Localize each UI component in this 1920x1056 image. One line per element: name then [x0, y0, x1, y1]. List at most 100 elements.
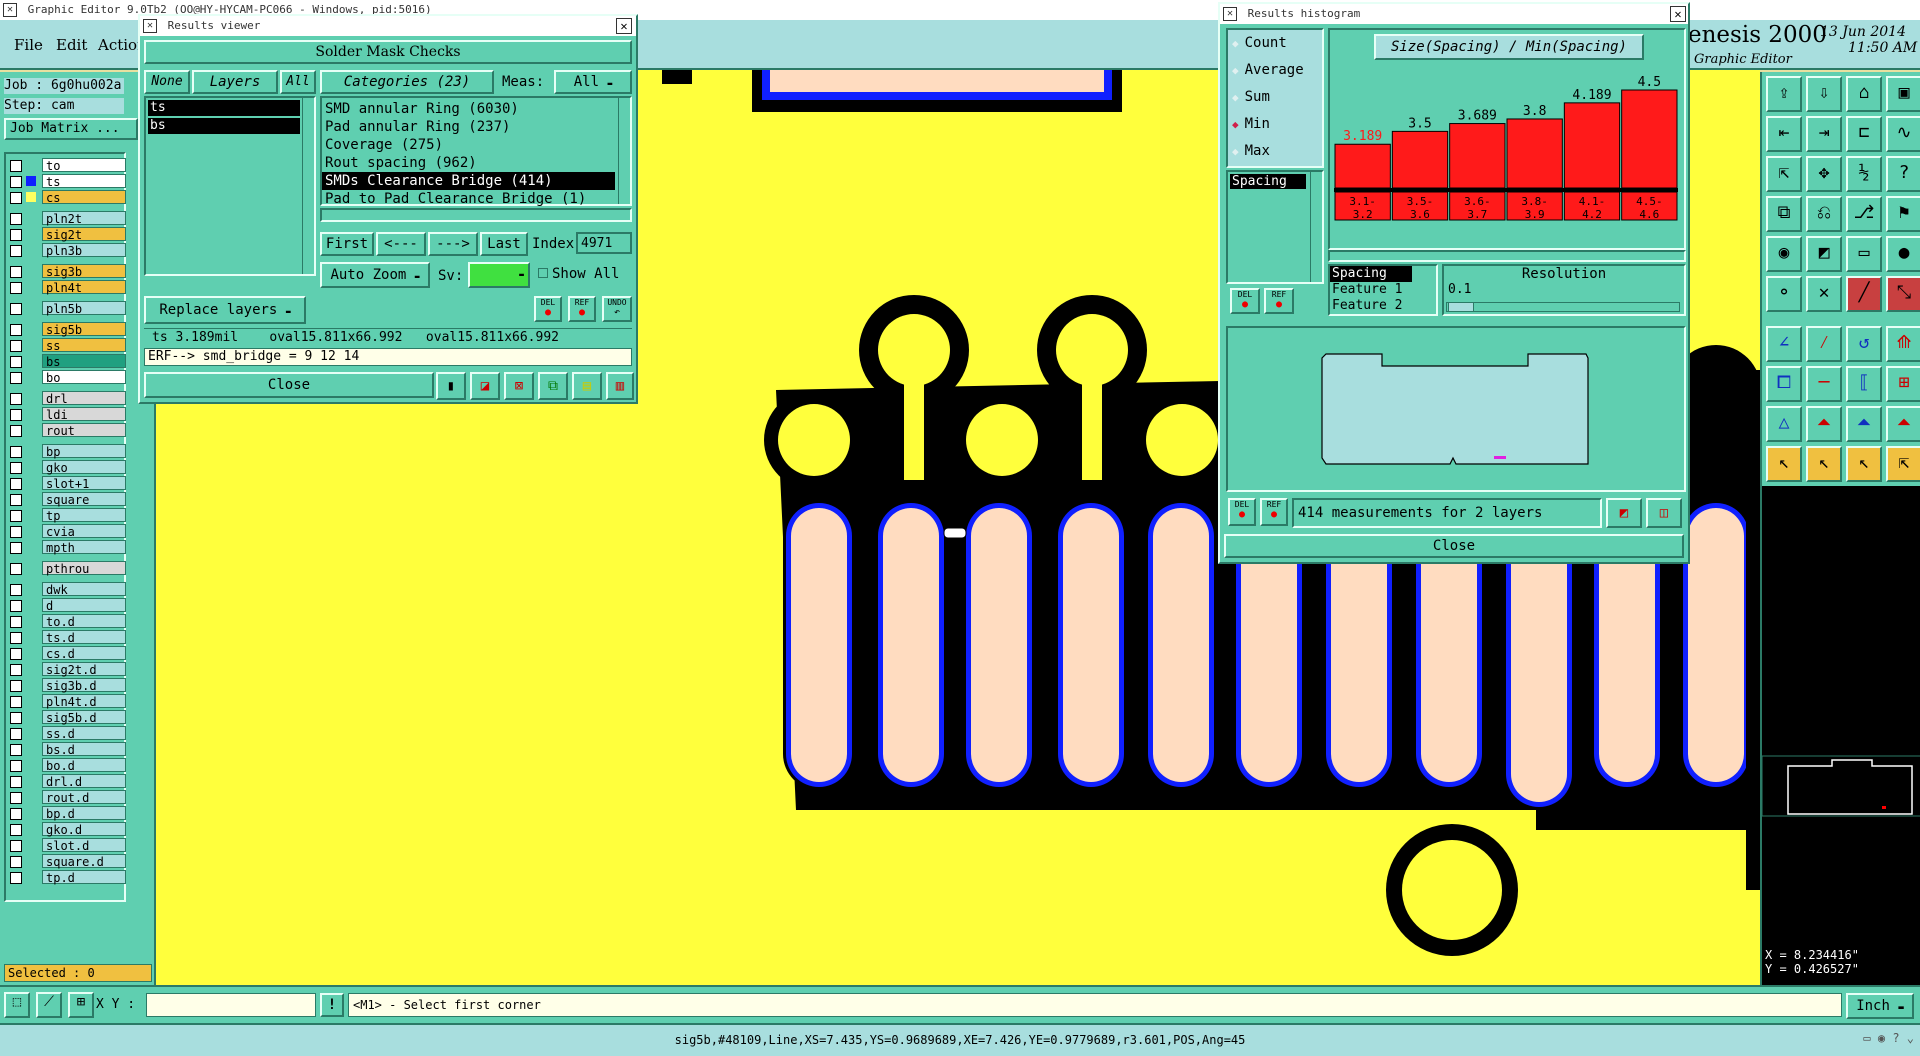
layer-row[interactable]: drl [6, 391, 126, 406]
layer-checkbox[interactable] [10, 616, 22, 628]
layer-row[interactable]: dwk [6, 582, 126, 597]
snake-icon[interactable]: ∿ [1886, 116, 1920, 152]
layer-checkbox[interactable] [10, 229, 22, 241]
pick-icon[interactable]: ↖ [1846, 446, 1882, 482]
xy-input[interactable] [146, 993, 316, 1017]
layer-row[interactable]: rout [6, 423, 126, 438]
layer-checkbox[interactable] [10, 808, 22, 820]
board-preview[interactable] [1226, 326, 1686, 492]
layer-checkbox[interactable] [10, 856, 22, 868]
layer-checkbox[interactable] [10, 728, 22, 740]
layer-row[interactable]: rout.d [6, 790, 126, 805]
layer-checkbox[interactable] [10, 584, 22, 596]
layer-row[interactable]: d [6, 598, 126, 613]
home-icon[interactable]: ⌂ [1846, 76, 1882, 112]
category-item[interactable]: SMD annular Ring (6030) [322, 100, 615, 118]
layer-checkbox[interactable] [10, 494, 22, 506]
report-icon[interactable]: ▤ [572, 372, 602, 400]
layer-checkbox[interactable] [10, 478, 22, 490]
camera-icon[interactable]: ◉ [1766, 236, 1802, 272]
pointer-icon[interactable]: ↖ [1766, 446, 1802, 482]
category-item[interactable]: SMDs Clearance Bridge (414) [322, 172, 615, 190]
smd-pad[interactable] [1688, 508, 1744, 782]
layer-checkbox[interactable] [10, 446, 22, 458]
layer-row[interactable]: gko [6, 460, 126, 475]
list-scrollbar[interactable] [1310, 172, 1322, 282]
layer-checkbox[interactable] [10, 266, 22, 278]
feature-item[interactable]: Feature 1 [1330, 282, 1436, 298]
triangle-icon[interactable]: △ [1766, 406, 1802, 442]
aggregate-option[interactable]: ◆ Count [1228, 30, 1322, 57]
bracket-icon[interactable]: ⟦ [1846, 366, 1882, 402]
first-button[interactable]: First [320, 232, 374, 256]
refresh-icon[interactable]: REF ● [568, 296, 596, 322]
layers-green-icon[interactable]: ⧉ [538, 372, 568, 400]
layer-row[interactable]: ss [6, 338, 126, 353]
ratio-icon[interactable]: ½ [1846, 156, 1882, 192]
export-icon[interactable]: ⇪ [1766, 76, 1802, 112]
smd-pad[interactable] [791, 508, 847, 782]
last-button[interactable]: Last [480, 232, 528, 256]
aggregate-option[interactable]: ◆ Sum [1228, 84, 1322, 111]
layer-checkbox[interactable] [10, 542, 22, 554]
smd-pad[interactable] [883, 508, 939, 782]
layer-checkbox[interactable] [10, 526, 22, 538]
layer-checkbox[interactable] [10, 696, 22, 708]
layer-row[interactable]: ts.d [6, 630, 126, 645]
feature-item[interactable]: Feature 2 [1330, 298, 1436, 314]
layer-row[interactable]: sig5b.d [6, 710, 126, 725]
layer-row[interactable]: square [6, 492, 126, 507]
layer-checkbox[interactable] [10, 372, 22, 384]
histogram-close-button[interactable]: Close [1224, 534, 1684, 558]
measure-icon[interactable]: ⟋ [36, 992, 62, 1018]
pad-icon[interactable]: ● [1886, 236, 1920, 272]
list-item-spacing[interactable]: Spacing [1230, 174, 1306, 189]
highlight-icon[interactable]: ▮ [436, 372, 466, 400]
resize-icon[interactable]: ⊏ [1846, 116, 1882, 152]
wire-icon[interactable]: ⤡ [1886, 276, 1920, 312]
category-item[interactable]: Rout spacing (962) [322, 154, 615, 172]
layer-row[interactable]: bs.d [6, 742, 126, 757]
layer-checkbox[interactable] [10, 425, 22, 437]
drc-icon[interactable]: ⚑ [1886, 196, 1920, 232]
histogram-bar[interactable] [1391, 130, 1449, 189]
layer-checkbox[interactable] [10, 303, 22, 315]
layer-checkbox[interactable] [10, 409, 22, 421]
menu-file[interactable]: File [14, 36, 43, 54]
layer-checkbox[interactable] [10, 824, 22, 836]
select-icon[interactable]: ↖ [1806, 446, 1842, 482]
layer-row[interactable]: pln4t.d [6, 694, 126, 709]
layer-row[interactable]: tp.d [6, 870, 126, 885]
undo-icon[interactable]: UNDO ↶ [602, 296, 632, 322]
layer-checkbox[interactable] [10, 664, 22, 676]
redline-icon[interactable]: ◩ [1806, 236, 1842, 272]
layer-row[interactable]: pln4t [6, 280, 126, 295]
triangle4-icon[interactable]: ⏶ [1886, 406, 1920, 442]
delete-icon[interactable]: DEL ● [534, 296, 562, 322]
histogram-bar[interactable] [1334, 143, 1391, 189]
layer-checkbox[interactable] [10, 648, 22, 660]
layer-checkbox[interactable] [10, 563, 22, 575]
histogram-bar[interactable] [1563, 102, 1621, 189]
layer-row[interactable]: ldi [6, 407, 126, 422]
layer-checkbox[interactable] [10, 744, 22, 756]
layer-checkbox[interactable] [10, 282, 22, 294]
histogram-bar[interactable] [1506, 118, 1563, 189]
smd-pad[interactable] [971, 508, 1027, 782]
layer-row[interactable]: mpth [6, 540, 126, 555]
zoom-area-icon[interactable]: ⬚ [4, 992, 30, 1018]
cross-icon[interactable]: ✕ [1806, 276, 1842, 312]
category-item[interactable]: Pad to Pad Clearance Bridge (1) [322, 190, 615, 208]
result-layer-item[interactable]: ts [148, 100, 300, 116]
layer-row[interactable]: to.d [6, 614, 126, 629]
line-icon[interactable]: ╱ [1846, 276, 1882, 312]
smd-pad[interactable] [1063, 508, 1119, 782]
alert-icon[interactable]: ! [320, 993, 344, 1017]
layer-zoom-icon[interactable]: ◩ [1606, 498, 1642, 528]
layer-row[interactable]: gko.d [6, 822, 126, 837]
layer-row[interactable]: tp [6, 508, 126, 523]
close-icon[interactable]: ✕ [1670, 6, 1686, 22]
net-icon[interactable]: ⎇ [1846, 196, 1882, 232]
show-all-checkbox[interactable] [538, 268, 548, 278]
layer-checkbox[interactable] [10, 160, 22, 172]
